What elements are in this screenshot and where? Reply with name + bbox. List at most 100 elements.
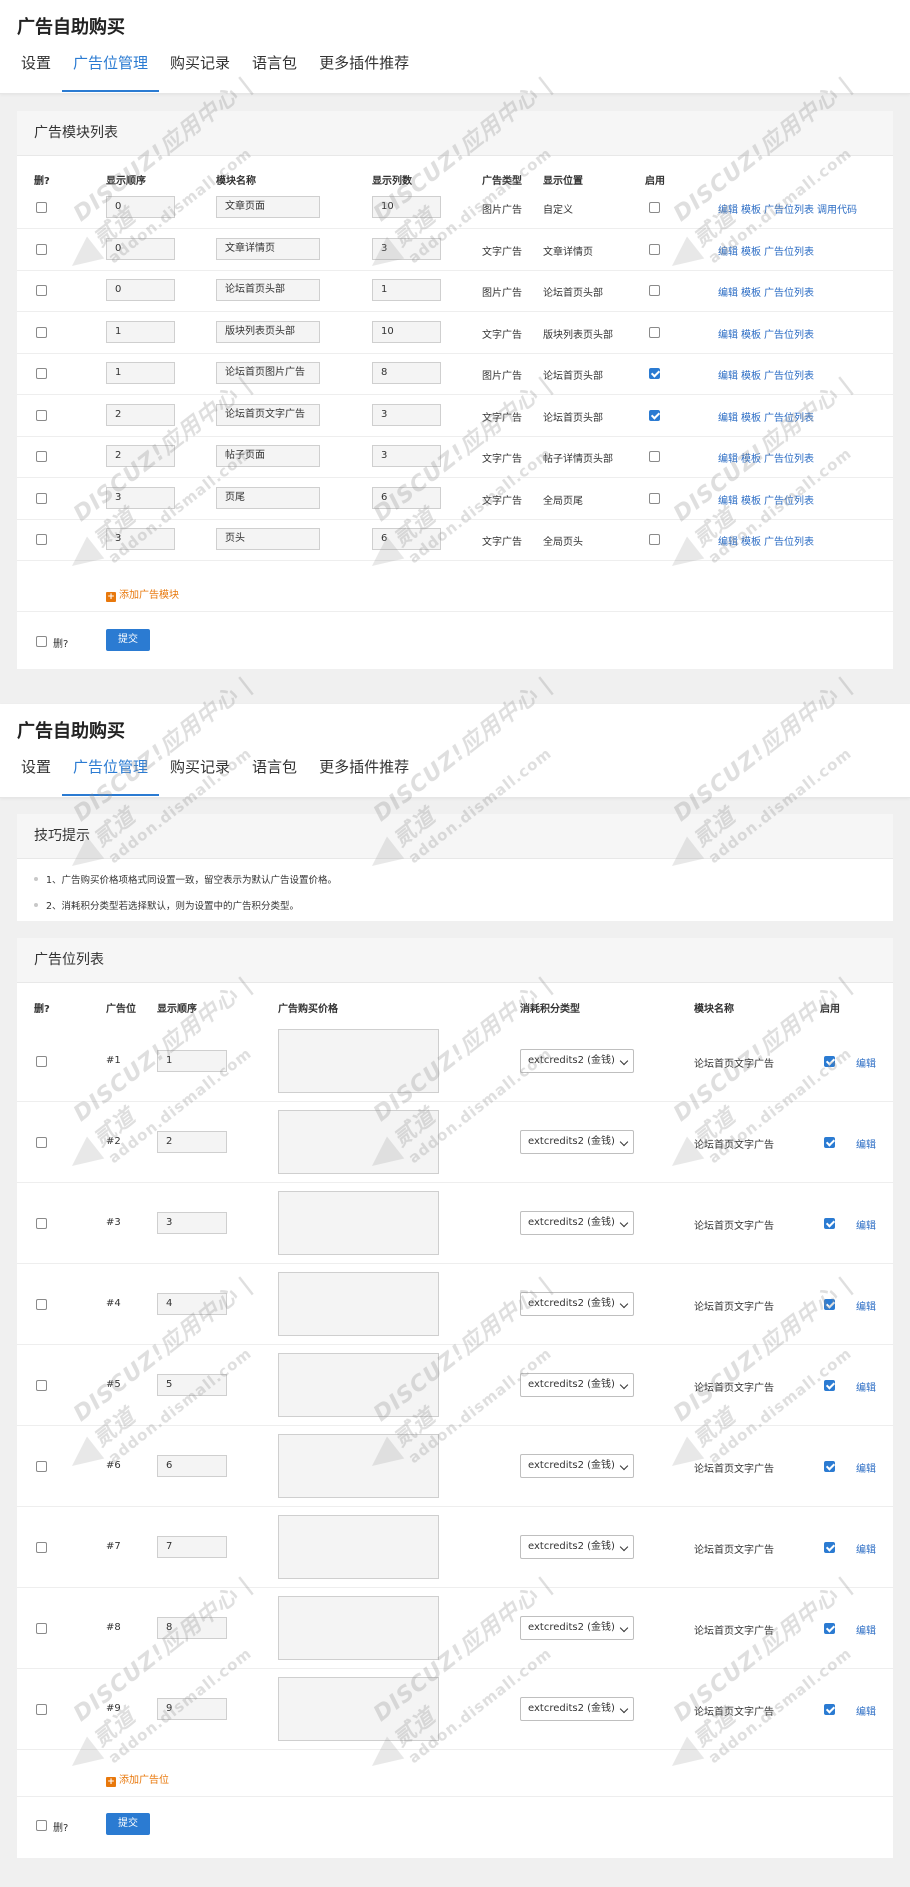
display-order-input[interactable]: 0 (106, 279, 175, 301)
display-columns-input[interactable]: 3 (372, 445, 441, 467)
display-order-input[interactable]: 1 (106, 362, 175, 384)
delete-checkbox[interactable] (36, 409, 47, 421)
template-link[interactable]: 模板 (741, 413, 761, 424)
template-link[interactable]: 模板 (741, 330, 761, 341)
purchase-price-textarea[interactable] (278, 1272, 439, 1336)
enabled-checkbox[interactable] (649, 285, 660, 296)
edit-link[interactable]: 编辑 (718, 247, 738, 258)
purchase-price-textarea[interactable] (278, 1515, 439, 1579)
slot-list-link[interactable]: 广告位列表 (764, 247, 814, 258)
module-name-input[interactable]: 版块列表页头部 (216, 320, 320, 343)
display-order-input[interactable]: 3 (106, 486, 175, 509)
enabled-checkbox[interactable] (649, 492, 660, 504)
tab-more-plugins-2[interactable]: 更多插件推荐 (308, 758, 420, 796)
display-columns-input[interactable]: 8 (372, 362, 441, 384)
enabled-checkbox[interactable] (824, 1137, 835, 1148)
delete-checkbox[interactable] (36, 1542, 47, 1553)
enabled-checkbox[interactable] (824, 1380, 835, 1391)
delete-checkbox[interactable] (36, 1056, 47, 1067)
credit-type-select[interactable]: extcredits2 (金钱) (520, 1049, 634, 1073)
enabled-checkbox[interactable] (649, 451, 660, 462)
enabled-checkbox[interactable] (649, 409, 660, 421)
slot-list-link[interactable]: 广告位列表 (764, 537, 814, 548)
delete-checkbox[interactable] (36, 1137, 47, 1148)
display-columns-input[interactable]: 3 (372, 403, 441, 426)
enabled-checkbox[interactable] (649, 534, 660, 545)
template-link[interactable]: 模板 (741, 288, 761, 299)
display-order-input[interactable]: 6 (157, 1455, 227, 1477)
display-order-input[interactable]: 2 (106, 403, 175, 426)
module-name-input[interactable]: 页尾 (216, 486, 320, 509)
purchase-price-textarea[interactable] (278, 1677, 439, 1741)
slot-list-link[interactable]: 广告位列表 (764, 371, 814, 382)
delete-checkbox[interactable] (36, 534, 47, 545)
delete-checkbox[interactable] (36, 1461, 47, 1472)
template-link[interactable]: 模板 (741, 371, 761, 382)
submit-button[interactable]: 提交 (106, 1813, 150, 1835)
template-link[interactable]: 模板 (741, 454, 761, 465)
delete-checkbox[interactable] (36, 1380, 47, 1391)
display-columns-input[interactable]: 6 (372, 528, 441, 550)
credit-type-select[interactable]: extcredits2 (金钱) (520, 1616, 634, 1640)
delete-checkbox[interactable] (36, 1218, 47, 1229)
edit-link[interactable]: 编辑 (856, 1703, 876, 1718)
enabled-checkbox[interactable] (824, 1056, 835, 1067)
delete-checkbox[interactable] (36, 368, 47, 379)
tab-purchase-records[interactable]: 购买记录 (159, 54, 241, 92)
embed-code-link[interactable]: 调用代码 (817, 205, 857, 216)
enabled-checkbox[interactable] (649, 243, 660, 255)
credit-type-select[interactable]: extcredits2 (金钱) (520, 1697, 634, 1721)
template-link[interactable]: 模板 (741, 537, 761, 548)
credit-type-select[interactable]: extcredits2 (金钱) (520, 1373, 634, 1397)
tab-purchase-records-2[interactable]: 购买记录 (159, 758, 241, 796)
edit-link[interactable]: 编辑 (718, 413, 738, 424)
edit-link[interactable]: 编辑 (856, 1055, 876, 1070)
credit-type-select[interactable]: extcredits2 (金钱) (520, 1292, 634, 1316)
edit-link[interactable]: 编辑 (718, 496, 738, 507)
slot-list-link[interactable]: 广告位列表 (764, 413, 814, 424)
edit-link[interactable]: 编辑 (856, 1217, 876, 1232)
slot-list-link[interactable]: 广告位列表 (764, 330, 814, 341)
edit-link[interactable]: 编辑 (718, 454, 738, 465)
module-name-input[interactable]: 页头 (216, 528, 320, 550)
enabled-checkbox[interactable] (649, 368, 660, 379)
edit-link[interactable]: 编辑 (856, 1541, 876, 1556)
submit-button[interactable]: 提交 (106, 629, 150, 651)
credit-type-select[interactable]: extcredits2 (金钱) (520, 1211, 634, 1235)
display-columns-input[interactable]: 3 (372, 237, 441, 260)
edit-link[interactable]: 编辑 (718, 537, 738, 548)
enabled-checkbox[interactable] (649, 326, 660, 338)
delete-all-checkbox[interactable] (36, 1820, 47, 1831)
add-slot-link[interactable]: + 添加广告位 (106, 1771, 169, 1787)
display-order-input[interactable]: 3 (157, 1212, 227, 1234)
tab-ad-slot-management-2[interactable]: 广告位管理 (62, 758, 160, 796)
display-order-input[interactable]: 2 (106, 445, 175, 467)
tab-ad-slot-management[interactable]: 广告位管理 (62, 54, 160, 92)
display-order-input[interactable]: 8 (157, 1617, 227, 1639)
slot-list-link[interactable]: 广告位列表 (764, 205, 814, 216)
add-module-link[interactable]: + 添加广告模块 (106, 586, 179, 602)
module-name-input[interactable]: 论坛首页图片广告 (216, 362, 320, 384)
tab-settings-2[interactable]: 设置 (10, 758, 62, 796)
enabled-checkbox[interactable] (824, 1623, 835, 1634)
module-name-input[interactable]: 文章页面 (216, 196, 320, 218)
credit-type-select[interactable]: extcredits2 (金钱) (520, 1454, 634, 1478)
display-columns-input[interactable]: 10 (372, 196, 441, 218)
delete-all-checkbox[interactable] (36, 636, 47, 647)
delete-checkbox[interactable] (36, 202, 47, 213)
enabled-checkbox[interactable] (649, 202, 660, 213)
module-name-input[interactable]: 文章详情页 (216, 237, 320, 260)
edit-link[interactable]: 编辑 (856, 1379, 876, 1394)
display-order-input[interactable]: 4 (157, 1293, 227, 1315)
display-order-input[interactable]: 0 (106, 196, 175, 218)
edit-link[interactable]: 编辑 (718, 371, 738, 382)
enabled-checkbox[interactable] (824, 1704, 835, 1715)
edit-link[interactable]: 编辑 (856, 1460, 876, 1475)
edit-link[interactable]: 编辑 (856, 1136, 876, 1151)
edit-link[interactable]: 编辑 (856, 1622, 876, 1637)
display-order-input[interactable]: 1 (106, 320, 175, 343)
display-order-input[interactable]: 7 (157, 1536, 227, 1558)
purchase-price-textarea[interactable] (278, 1353, 439, 1417)
display-columns-input[interactable]: 1 (372, 279, 441, 301)
credit-type-select[interactable]: extcredits2 (金钱) (520, 1130, 634, 1154)
